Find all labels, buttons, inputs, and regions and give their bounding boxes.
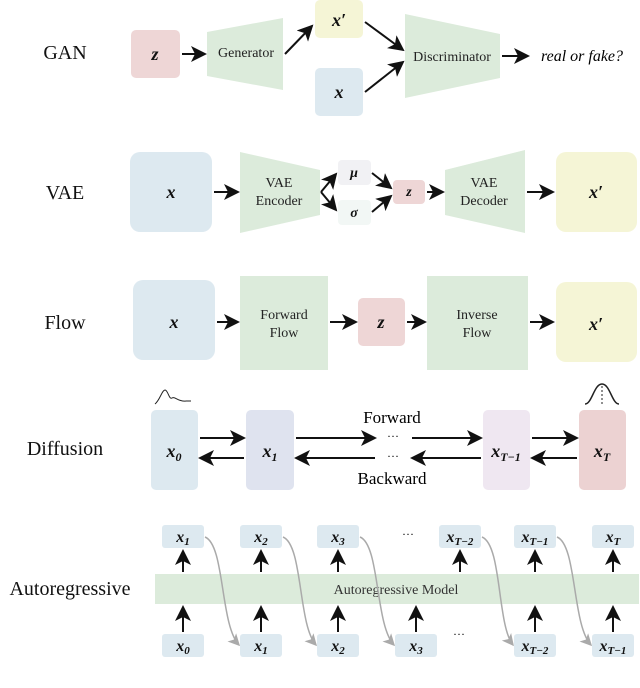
discriminator-label: Discriminator <box>413 50 491 65</box>
vae-row: VAE x VAE Encoder μ σ z VAE Decoder x′ <box>46 150 637 233</box>
gan-x: x <box>334 82 344 102</box>
backward-ellipsis: ··· <box>387 449 399 463</box>
vae-encoder-line1: VAE <box>266 176 293 191</box>
vae-decoder-block <box>445 150 525 233</box>
inverse-flow-line2: Flow <box>463 326 493 341</box>
generator-label: Generator <box>218 46 274 61</box>
inverse-flow-line1: Inverse <box>456 308 497 323</box>
flow-x: x <box>169 312 179 332</box>
autoregressive-model-label: Autoregressive Model <box>334 583 459 598</box>
flow-label: Flow <box>44 312 86 334</box>
output-ellipsis: ··· <box>402 527 414 541</box>
input-ellipsis: ··· <box>453 627 465 641</box>
flow-z: z <box>376 312 384 332</box>
gan-x-prime: x′ <box>331 10 346 30</box>
diffusion-row: Diffusion x0 x1 xT−1 xT ··· ··· Forward … <box>27 383 626 490</box>
data-distribution-icon <box>154 389 191 405</box>
vae-x: x <box>166 182 176 202</box>
gan-z: z <box>150 44 158 64</box>
forward-flow-block <box>240 276 328 370</box>
generative-models-diagram: GAN z Generator x′ x Discriminator real … <box>9 0 639 657</box>
flow-x-prime: x′ <box>588 314 603 334</box>
forward-ellipsis: ··· <box>387 429 399 443</box>
mu: μ <box>349 166 358 181</box>
gan-row: GAN z Generator x′ x Discriminator real … <box>43 0 623 116</box>
diffusion-label: Diffusion <box>27 438 103 460</box>
forward-flow-line2: Flow <box>270 326 300 341</box>
flow-row: Flow x Forward Flow z Inverse Flow x′ <box>44 276 637 370</box>
gan-output-label: real or fake? <box>541 48 623 65</box>
vae-decoder-line1: VAE <box>471 176 498 191</box>
vae-x-prime: x′ <box>588 182 603 202</box>
autoregressive-row: Autoregressive Autoregressive Model ··· … <box>9 525 639 657</box>
vae-decoder-line2: Decoder <box>460 194 508 209</box>
vae-label: VAE <box>46 182 85 204</box>
vae-encoder-block <box>240 152 320 233</box>
forward-label: Forward <box>363 408 421 427</box>
sigma: σ <box>350 206 358 221</box>
autoregressive-label: Autoregressive <box>9 578 130 600</box>
backward-label: Backward <box>358 469 427 488</box>
gan-label: GAN <box>43 42 86 64</box>
forward-flow-line1: Forward <box>260 308 307 323</box>
vae-z: z <box>405 185 412 200</box>
inverse-flow-block <box>427 276 528 370</box>
vae-encoder-line2: Encoder <box>256 194 303 209</box>
